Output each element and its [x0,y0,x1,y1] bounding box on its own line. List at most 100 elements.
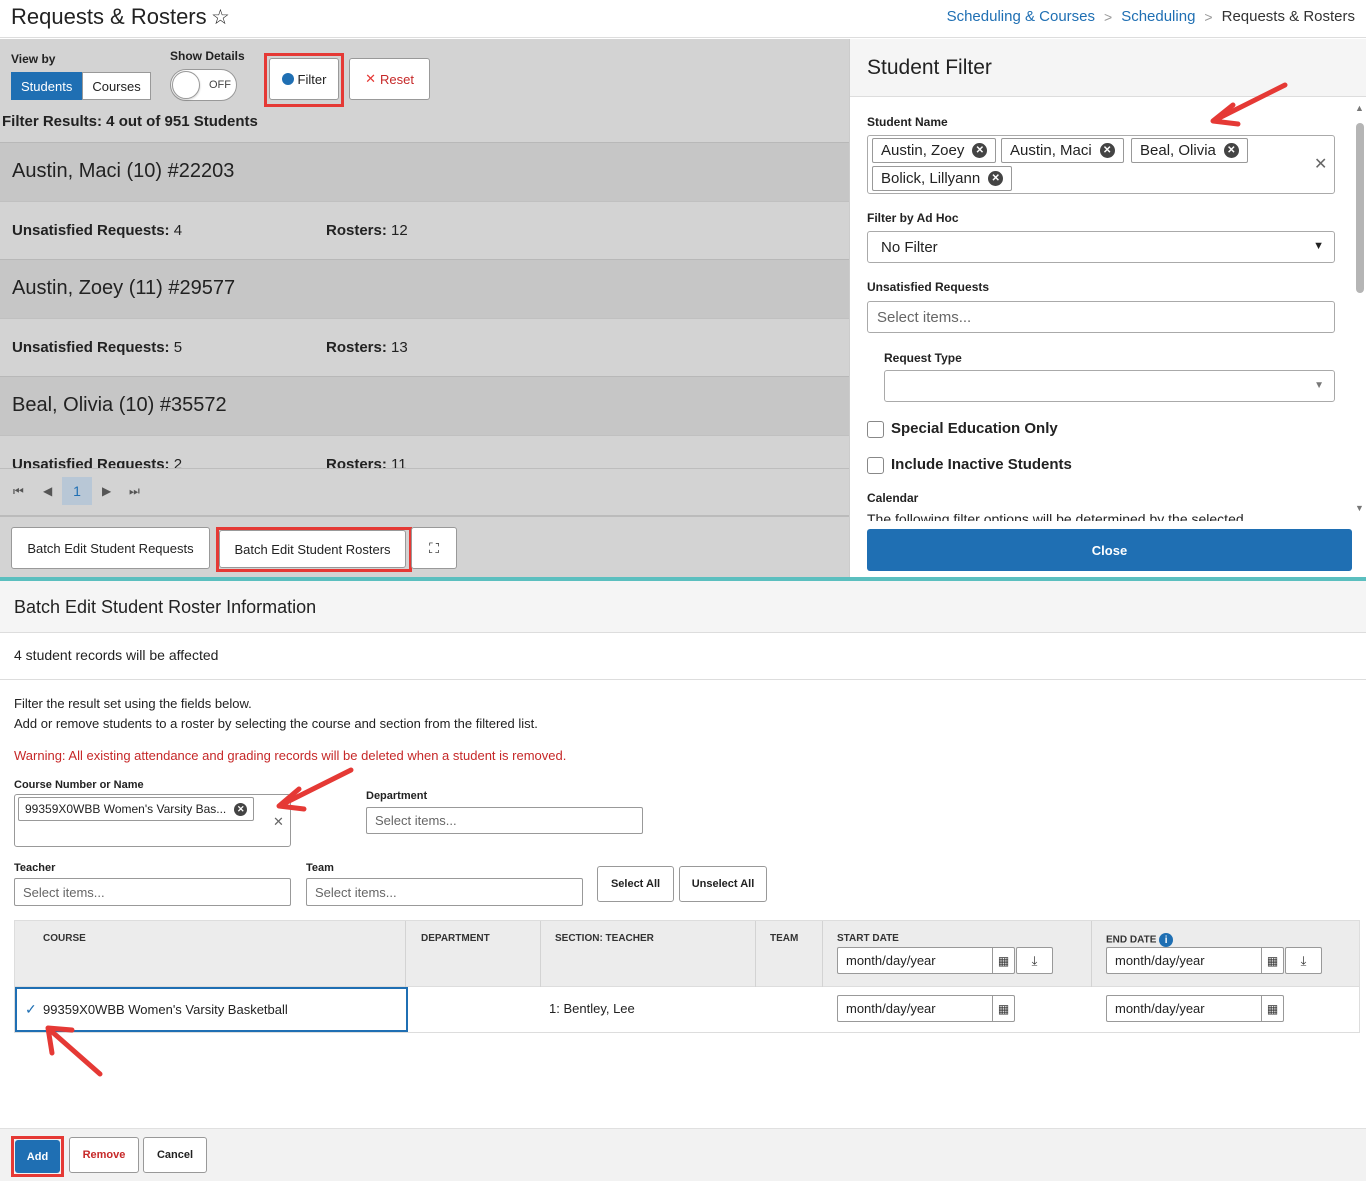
inactive-students-checkbox[interactable] [867,457,884,474]
next-page-icon[interactable]: ▶ [102,484,111,498]
info-icon[interactable]: i [1159,933,1174,947]
calendar-label: Calendar [867,491,919,505]
column-header-section-teacher: SECTION: TEACHER [555,933,654,944]
student-row[interactable]: Beal, Olivia (10) #35572 [0,376,849,435]
unsatisfied-requests-label: Unsatisfied Requests [867,280,990,294]
filter-button[interactable]: Filter [269,58,339,100]
rosters-count: Rosters: 13 [326,339,408,356]
fill-down-icon[interactable]: ⤓ [1016,947,1053,974]
student-chip: Austin, Maci ✕ [1001,138,1124,163]
remove-chip-icon[interactable]: ✕ [1223,143,1239,158]
request-type-select[interactable]: ▼ [884,370,1335,402]
inactive-students-label: Include Inactive Students [891,456,1072,473]
column-header-start-date: START DATE [837,933,899,944]
student-detail-row: Unsatisfied Requests: 4 Rosters: 12 [0,201,849,259]
teacher-label: Teacher [14,862,56,874]
view-by-label: View by [11,52,56,66]
filter-results-text: Filter Results: 4 out of 951 Students [2,113,258,130]
calendar-icon[interactable]: ▦ [1261,996,1283,1021]
scroll-up-icon[interactable]: ▲ [1355,103,1364,113]
special-ed-label: Special Education Only [891,420,1058,437]
chevron-right-icon: > [1104,8,1113,25]
course-cell[interactable]: ✓ 99359X0WBB Women's Varsity Basketball [15,987,408,1032]
select-all-button[interactable]: Select All [597,866,674,902]
remove-button[interactable]: Remove [69,1137,139,1173]
student-filter-title: Student Filter [867,56,992,79]
student-detail-row: Unsatisfied Requests: 5 Rosters: 13 [0,318,849,376]
course-chip: 99359X0WBB Women's Varsity Bas... ✕ [18,797,255,821]
first-page-icon[interactable]: ⏮ [13,484,24,499]
calendar-icon[interactable]: ▦ [1261,948,1283,973]
scrollbar-thumb[interactable] [1356,123,1364,293]
add-button[interactable]: Add [15,1140,60,1173]
department-input[interactable]: Select items... [366,807,643,834]
student-row[interactable]: Austin, Maci (10) #22203 [0,142,849,201]
course-multiselect[interactable]: 99359X0WBB Women's Varsity Bas... ✕ ✕ [14,794,291,847]
cancel-button[interactable]: Cancel [143,1137,207,1173]
teacher-input[interactable]: Select items... [14,878,291,906]
student-detail-row: Unsatisfied Requests: 2 Rosters: 11 [0,435,849,468]
student-name: Austin, Zoey (11) #29577 [12,277,236,299]
view-by-courses-button[interactable]: Courses [82,72,151,100]
calendar-note: The following filter options will be det… [867,511,1244,521]
student-name-multiselect[interactable]: Austin, Zoey ✕ Austin, Maci ✕ Beal, Olivia… [867,135,1335,194]
caret-down-icon: ▼ [1314,380,1324,391]
clear-all-icon[interactable]: ✕ [1314,154,1327,174]
start-date-input[interactable]: month/day/year ▦ [837,995,1015,1022]
team-label: Team [306,862,334,874]
breadcrumb-scheduling-courses[interactable]: Scheduling & Courses [947,8,1095,25]
calendar-icon[interactable]: ▦ [992,996,1014,1021]
student-filter-panel: Student Filter Student Name Austin, Zoey… [849,39,1366,577]
remove-chip-icon[interactable]: ✕ [988,171,1004,186]
warning-text: Warning: All existing attendance and gra… [14,748,567,763]
switch-state-text: OFF [209,79,231,91]
batch-edit-requests-button[interactable]: Batch Edit Student Requests [11,527,210,569]
student-chip: Bolick, Lillyann ✕ [872,166,1013,191]
rosters-count: Rosters: 12 [326,222,408,239]
star-icon[interactable]: ☆ [211,5,230,30]
batch-edit-rosters-button[interactable]: Batch Edit Student Rosters [219,530,406,568]
section-teacher-cell: 1: Bentley, Lee [549,1001,635,1016]
student-name: Austin, Maci (10) #22203 [12,160,235,182]
show-details-switch[interactable]: OFF [170,69,237,101]
page-number-button[interactable]: 1 [62,477,92,505]
start-date-fill-input[interactable]: month/day/year ▦ [837,947,1015,974]
expand-icon[interactable]: ⛶ [411,527,457,569]
breadcrumb-scheduling[interactable]: Scheduling [1121,8,1195,25]
unselect-all-button[interactable]: Unselect All [679,866,767,902]
calendar-note-clip: The following filter options will be det… [867,511,1337,521]
table-row[interactable]: ✓ 99359X0WBB Women's Varsity Basketball … [14,987,1360,1033]
remove-chip-icon[interactable]: ✕ [972,143,988,158]
remove-chip-icon[interactable]: ✕ [1099,143,1115,158]
remove-chip-icon[interactable]: ✕ [234,802,248,816]
calendar-icon[interactable]: ▦ [992,948,1014,973]
unsatisfied-requests: Unsatisfied Requests: 2 [12,456,183,468]
end-date-fill-input[interactable]: month/day/year ▦ [1106,947,1284,974]
unsatisfied-requests-input[interactable]: Select items... [867,301,1335,333]
team-input[interactable]: Select items... [306,878,583,906]
student-row[interactable]: Austin, Zoey (11) #29577 [0,259,849,318]
student-chip: Beal, Olivia ✕ [1131,138,1248,163]
ad-hoc-select[interactable]: No Filter ▼ [867,231,1335,263]
special-ed-checkbox[interactable] [867,421,884,438]
student-list-panel: View by Students Courses Show Details OF… [0,39,849,577]
prev-page-icon[interactable]: ◀ [43,484,52,498]
filter-button-label: Filter [297,71,327,87]
clear-all-icon[interactable]: ✕ [273,814,284,830]
student-chip: Austin, Zoey ✕ [872,138,997,163]
last-page-icon[interactable]: ⏭ [129,484,140,499]
column-header-department: DEPARTMENT [421,933,490,944]
student-filter-header: Student Filter [850,39,1366,97]
course-name: 99359X0WBB Women's Varsity Basketball [43,1002,288,1017]
end-date-input[interactable]: month/day/year ▦ [1106,995,1284,1022]
scroll-down-icon[interactable]: ▼ [1355,503,1364,513]
show-details-label: Show Details [170,49,245,63]
caret-down-icon: ▼ [1313,240,1324,252]
fill-down-icon[interactable]: ⤓ [1285,947,1322,974]
column-header-team: TEAM [770,933,799,944]
view-by-students-button[interactable]: Students [11,72,83,100]
reset-button[interactable]: ✕ Reset [349,58,430,100]
filter-dot-icon [281,73,294,85]
close-filter-button[interactable]: Close [867,529,1352,571]
view-by-toggle: Students Courses [11,72,151,100]
